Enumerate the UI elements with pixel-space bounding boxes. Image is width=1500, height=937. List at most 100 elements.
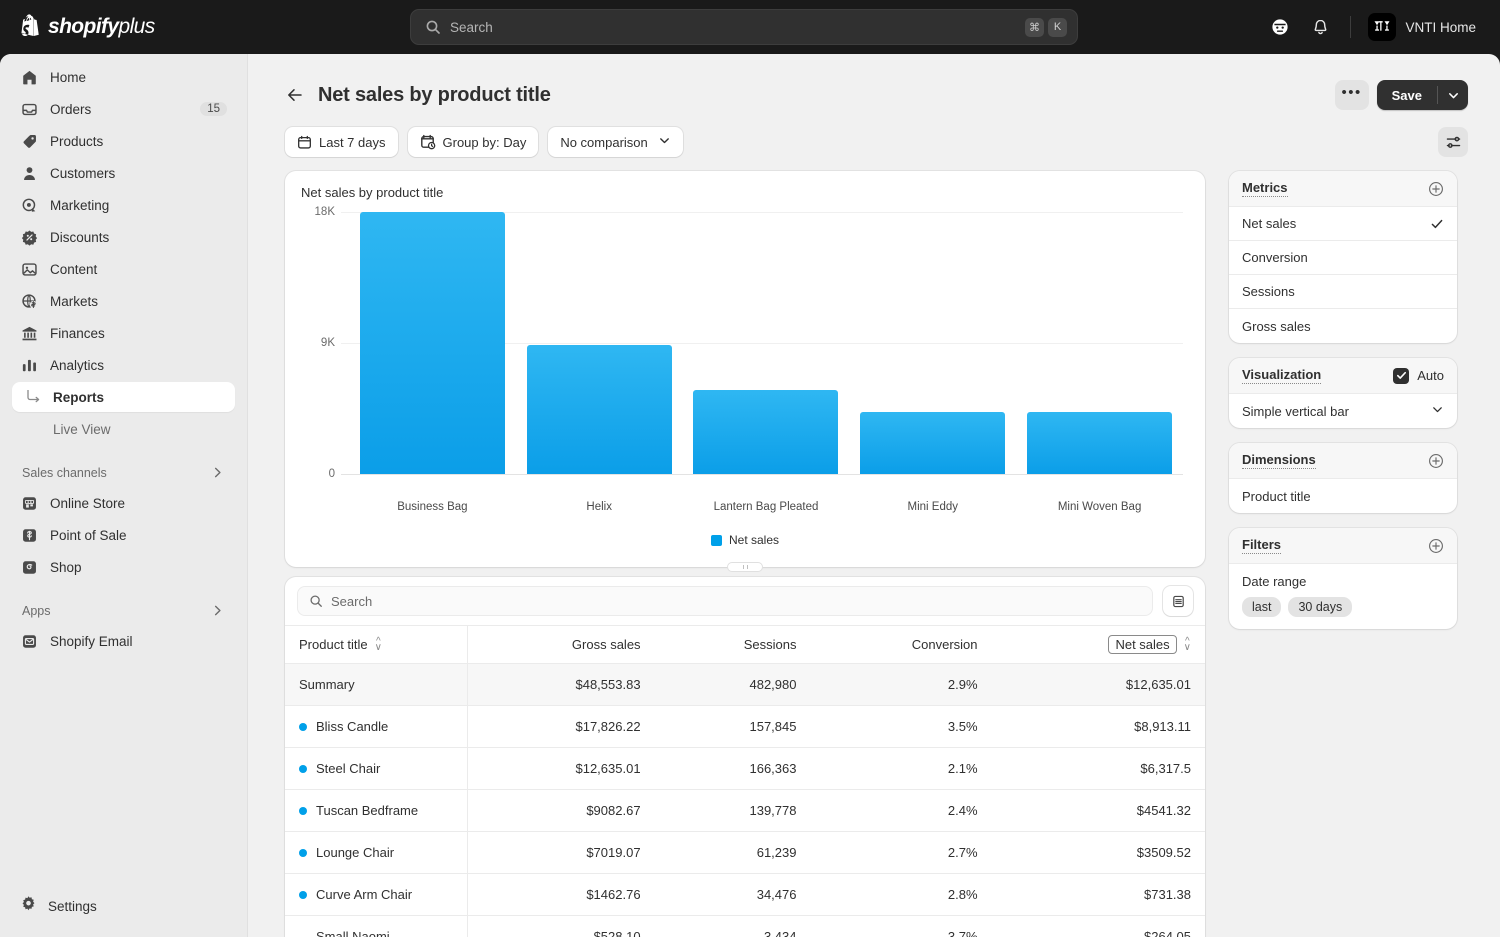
- more-actions-button[interactable]: •••: [1334, 80, 1369, 110]
- table-row[interactable]: Bliss Candle $17,826.22 157,845 3.5% $8,…: [285, 705, 1205, 748]
- sidebar-item-analytics[interactable]: Analytics: [12, 350, 235, 380]
- table-row[interactable]: Lounge Chair $7019.07 61,239 2.7% $3509.…: [285, 831, 1205, 874]
- back-arrow-icon[interactable]: [285, 85, 305, 105]
- sidebar-item-home[interactable]: Home: [12, 62, 235, 92]
- auto-checkbox[interactable]: [1393, 367, 1410, 384]
- table-row[interactable]: Small Naomi $528.10 3,434 3.7% $264.05: [285, 915, 1205, 937]
- add-metric-button[interactable]: [1428, 181, 1444, 197]
- table-header-sessions[interactable]: Sessions: [654, 625, 811, 664]
- sidebar-item-discounts[interactable]: Discounts: [12, 222, 235, 252]
- metric-item-net-sales[interactable]: Net sales: [1229, 207, 1457, 241]
- table-row[interactable]: Steel Chair $12,635.01 166,363 2.1% $6,3…: [285, 747, 1205, 790]
- sidebar-item-orders[interactable]: Orders 15: [12, 94, 235, 124]
- sidebar-item-marketing[interactable]: Marketing: [12, 190, 235, 220]
- bar-series: [349, 212, 1183, 474]
- sidebar-item-finances[interactable]: Finances: [12, 318, 235, 348]
- sidebar-item-products[interactable]: Products: [12, 126, 235, 156]
- row-label: Small Naomi: [316, 929, 390, 937]
- sidebar-item-shopify-email[interactable]: Shopify Email: [12, 626, 235, 656]
- shopify-plus-logo[interactable]: shopifyplus: [16, 13, 155, 41]
- filter-pill-30-days[interactable]: 30 days: [1288, 597, 1353, 617]
- legend-swatch: [710, 534, 722, 546]
- add-dimension-button[interactable]: [1428, 453, 1444, 469]
- global-search-input[interactable]: Search ⌘ K: [410, 9, 1078, 45]
- megaphone-target-icon: [20, 196, 39, 215]
- sidebar-item-online-store[interactable]: Online Store: [12, 488, 235, 518]
- cell-product-title: Summary: [285, 663, 468, 706]
- cell-product-title: Curve Arm Chair: [285, 873, 468, 916]
- table-header-product-title[interactable]: Product title ^ ∨: [285, 625, 468, 664]
- metric-item-sessions[interactable]: Sessions: [1229, 275, 1457, 309]
- store-name-label: VNTI Home: [1405, 19, 1476, 35]
- bar-helix[interactable]: [526, 345, 672, 474]
- column-label: Conversion: [911, 637, 978, 652]
- table-row[interactable]: Curve Arm Chair $1462.76 34,476 2.8% $73…: [285, 873, 1205, 916]
- bar-lantern-bag-pleated[interactable]: [693, 390, 839, 474]
- metric-label: Conversion: [1242, 250, 1308, 265]
- metric-item-conversion[interactable]: Conversion: [1229, 241, 1457, 275]
- table-header-net-sales[interactable]: Net sales ^ ∨: [991, 625, 1205, 664]
- auto-toggle[interactable]: Auto: [1393, 367, 1444, 384]
- sidebar-item-settings[interactable]: Settings: [12, 891, 235, 921]
- bar-business-bag[interactable]: [359, 212, 505, 474]
- comparison-select[interactable]: No comparison: [548, 127, 683, 157]
- table-view-options-button[interactable]: [1163, 586, 1193, 616]
- filter-pill-row: last 30 days: [1242, 597, 1444, 617]
- store-switcher-button[interactable]: VNTI Home: [1364, 9, 1486, 45]
- table-header-conversion[interactable]: Conversion: [810, 625, 992, 664]
- sidebar-item-point-of-sale[interactable]: Point of Sale: [12, 520, 235, 550]
- sidebar-item-reports[interactable]: Reports: [12, 382, 235, 412]
- add-filter-button[interactable]: [1428, 538, 1444, 554]
- report-table: Product title ^ ∨ Gross sales Sessions C…: [285, 625, 1205, 937]
- table-search-input[interactable]: Search: [297, 586, 1153, 616]
- cell-gross-sales: $48,553.83: [467, 663, 655, 706]
- chart-resize-handle[interactable]: [727, 562, 763, 572]
- date-range-button[interactable]: Last 7 days: [285, 127, 398, 157]
- editor-toggle-button[interactable]: [1438, 127, 1468, 157]
- save-button[interactable]: Save: [1377, 88, 1437, 103]
- bell-icon[interactable]: [1303, 10, 1337, 44]
- cell-product-title: Lounge Chair: [285, 831, 468, 874]
- series-dot: [299, 806, 307, 815]
- bar-column: [1016, 212, 1183, 474]
- globe-icon: [20, 292, 39, 311]
- cell-net-sales: $3509.52: [991, 831, 1205, 874]
- shopify-bag-icon: [21, 13, 39, 36]
- cell-conversion: 2.8%: [810, 873, 992, 916]
- sidebar-section-apps[interactable]: Apps: [12, 596, 235, 626]
- sidebar-item-markets[interactable]: Markets: [12, 286, 235, 316]
- calendar-clock-icon: [420, 134, 435, 150]
- save-dropdown-button[interactable]: [1438, 89, 1468, 102]
- row-label: Bliss Candle: [316, 719, 389, 734]
- sidebar-item-label: Live View: [53, 421, 111, 437]
- sidebar-item-label: Marketing: [50, 197, 110, 213]
- bar-mini-eddy[interactable]: [860, 412, 1006, 474]
- face-smile-icon[interactable]: [1263, 10, 1297, 44]
- sidebar-item-label: Reports: [53, 389, 105, 405]
- dimensions-card-header: Dimensions: [1229, 443, 1457, 479]
- metric-item-gross-sales[interactable]: Gross sales: [1229, 309, 1457, 343]
- series-dot: [299, 890, 307, 899]
- sort-icon: ^ ∨: [1183, 635, 1191, 653]
- dimension-item-product-title[interactable]: Product title: [1229, 479, 1457, 513]
- sidebar-item-customers[interactable]: Customers: [12, 158, 235, 188]
- visualization-type-select[interactable]: Simple vertical bar: [1229, 394, 1457, 428]
- top-bar: shopifyplus Search ⌘ K VNTI Home: [0, 0, 1500, 54]
- group-by-button[interactable]: Group by: Day: [407, 127, 539, 157]
- sidebar-section-sales-channels[interactable]: Sales channels: [12, 458, 235, 488]
- home-icon: [20, 68, 39, 87]
- cell-sessions: 166,363: [654, 747, 811, 790]
- sidebar-item-shop[interactable]: Shop: [12, 552, 235, 582]
- x-axis-tick: Lantern Bag Pleated: [713, 501, 819, 513]
- column-label: Net sales: [1108, 635, 1177, 654]
- cell-product-title: Bliss Candle: [285, 705, 468, 748]
- filter-pill-last[interactable]: last: [1242, 597, 1282, 617]
- sidebar-item-content[interactable]: Content: [12, 254, 235, 284]
- sidebar-item-live-view[interactable]: Live View: [12, 414, 235, 444]
- chevron-down-icon: [658, 134, 671, 150]
- chart-title: Net sales by product title: [301, 185, 444, 200]
- table-row[interactable]: Tuscan Bedframe $9082.67 139,778 2.4% $4…: [285, 789, 1205, 832]
- table-header-gross-sales[interactable]: Gross sales: [467, 625, 655, 664]
- y-axis-tick: 0: [328, 468, 335, 480]
- bar-mini-woven-bag[interactable]: [1027, 412, 1173, 474]
